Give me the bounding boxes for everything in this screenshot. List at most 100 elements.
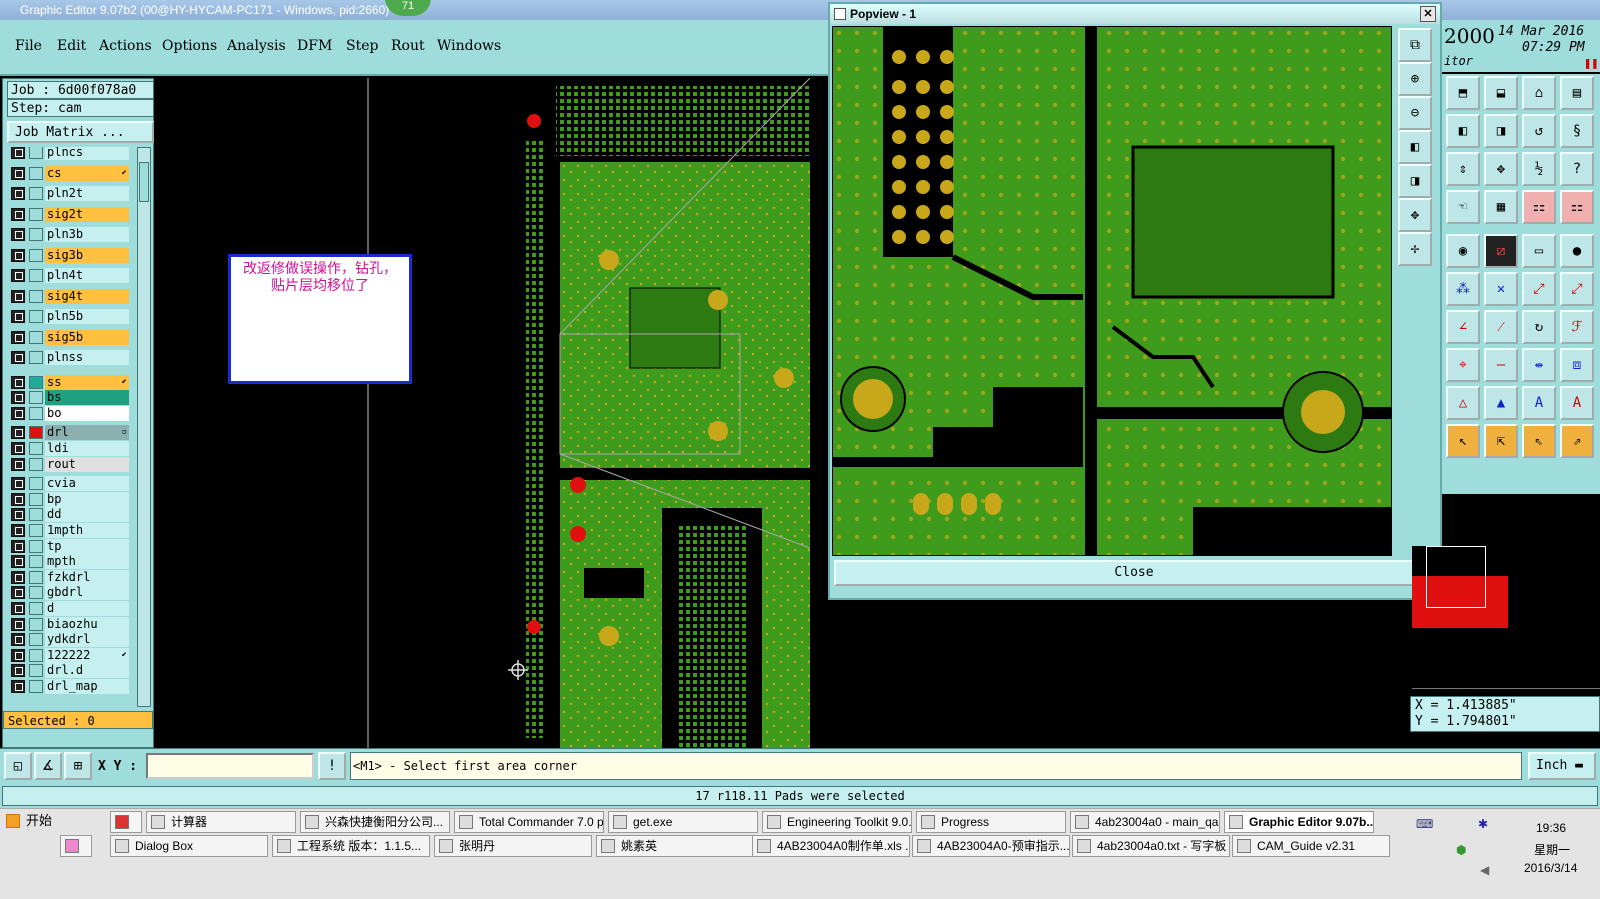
layer-row-ldi[interactable]: ldi [11, 440, 129, 456]
pause-icon[interactable]: ❚❚ [1584, 56, 1598, 70]
layer-color-swatch[interactable] [29, 310, 43, 323]
zoom-out-icon[interactable]: ⊖ [1398, 96, 1432, 130]
layer-row-plnss[interactable]: plnss [11, 350, 129, 365]
help-icon[interactable]: ? [1560, 152, 1594, 186]
layer-checkbox[interactable] [11, 147, 25, 159]
layer-checkbox[interactable] [11, 406, 25, 420]
move-left-icon[interactable]: ◧ [1446, 114, 1480, 148]
layer-color-swatch[interactable] [29, 570, 43, 584]
layer-checkbox[interactable] [11, 555, 25, 569]
connect-icon[interactable]: ⁂ [1446, 272, 1480, 306]
hand-icon[interactable]: ☜ [1446, 190, 1480, 224]
layer-color-swatch[interactable] [29, 441, 43, 455]
quicklaunch-apple-icon[interactable] [110, 811, 142, 833]
layer-checkbox[interactable] [11, 492, 25, 506]
task-progress[interactable]: Progress [916, 811, 1066, 833]
layer-color-swatch[interactable] [29, 617, 43, 631]
pin-icon[interactable]: ⌖ [1446, 348, 1480, 382]
layer-checkbox[interactable] [11, 166, 25, 180]
fit-vertical-icon[interactable]: ⇕ [1446, 152, 1480, 186]
pointer-icon[interactable]: ↖ [1446, 424, 1480, 458]
cross-icon[interactable]: ✕ [1484, 272, 1518, 306]
text-style-icon[interactable]: ℱ [1560, 310, 1594, 344]
minus-line-icon[interactable]: — [1484, 348, 1518, 382]
layer-checkbox[interactable] [11, 248, 25, 262]
measure-icon[interactable]: ◉ [1446, 234, 1480, 268]
layer-scrollbar[interactable] [137, 147, 151, 707]
angle-tool-icon[interactable]: ∡ [34, 752, 62, 780]
line-dot-icon[interactable]: ⤢ [1522, 272, 1556, 306]
letter-a-2-icon[interactable]: A [1560, 386, 1594, 420]
layer-row-pln5b[interactable]: pln5b [11, 309, 129, 324]
net-icon[interactable]: ⚏ [1522, 190, 1556, 224]
layer-checkbox[interactable] [11, 351, 25, 364]
layer-row-pln3b[interactable]: pln3b [11, 227, 129, 242]
diagonal-icon[interactable]: ⁄ [1484, 310, 1518, 344]
layer-color-swatch[interactable] [29, 477, 43, 491]
layer-color-swatch[interactable] [29, 601, 43, 615]
layer-row-pln4t[interactable]: pln4t [11, 268, 129, 283]
snap-tool-icon[interactable]: ◱ [4, 752, 32, 780]
layer-color-swatch[interactable] [29, 555, 43, 569]
popview-zoom-view[interactable] [832, 26, 1392, 556]
scale-one-two-icon[interactable]: ½ [1522, 152, 1556, 186]
layer-checkbox[interactable] [11, 289, 25, 303]
layer-color-swatch[interactable] [29, 289, 43, 303]
overview-viewport[interactable] [1426, 546, 1486, 608]
task-pre-review[interactable]: 4AB23004A0-预审指示... [912, 835, 1070, 857]
pan-right-icon[interactable]: ◨ [1398, 164, 1432, 198]
pointer-move-icon[interactable]: ⇗ [1560, 424, 1594, 458]
menu-dfm[interactable]: DFM [297, 38, 332, 54]
rotate-icon[interactable]: ↻ [1522, 310, 1556, 344]
slash-icon[interactable]: ⧄ [1484, 234, 1518, 268]
pointer-select-icon[interactable]: ⇖ [1522, 424, 1556, 458]
layer-checkbox[interactable] [11, 441, 25, 455]
menu-options[interactable]: Options [162, 38, 217, 54]
menu-file[interactable]: File [15, 38, 42, 54]
layer-row-ydkdrl[interactable]: ydkdrl [11, 632, 129, 648]
layout-icon[interactable]: ▤ [1560, 76, 1594, 110]
layer-checkbox[interactable] [11, 228, 25, 241]
save-step-icon[interactable]: ⬓ [1484, 76, 1518, 110]
layer-color-swatch[interactable] [29, 426, 43, 440]
layer-color-swatch[interactable] [29, 664, 43, 678]
layer-row-rout[interactable]: rout [11, 456, 129, 472]
layer-checkbox[interactable] [11, 207, 25, 221]
layer-checkbox[interactable] [11, 664, 25, 678]
layer-row-tp[interactable]: tp [11, 538, 129, 554]
dimension-icon[interactable]: ⇹ [1522, 348, 1556, 382]
layer-checkbox[interactable] [11, 570, 25, 584]
layer-color-swatch[interactable] [29, 508, 43, 522]
layer-row-drl[interactable]: drl ▫ [11, 425, 129, 441]
layer-checkbox[interactable] [11, 269, 25, 282]
fit-all-icon[interactable]: ✥ [1484, 152, 1518, 186]
layer-checkbox[interactable] [11, 375, 25, 389]
task-main-qa[interactable]: 4ab23004a0 - main_qa [1070, 811, 1220, 833]
layer-color-swatch[interactable] [29, 391, 43, 405]
layer-row-drl-map[interactable]: drl_map [11, 678, 129, 694]
menu-step[interactable]: Step [346, 38, 378, 54]
layer-checkbox[interactable] [11, 679, 25, 693]
pointer-box-icon[interactable]: ⇱ [1484, 424, 1518, 458]
layer-row-ss[interactable]: ss ⬋ [11, 374, 129, 390]
letter-a-icon[interactable]: A [1522, 386, 1556, 420]
move-right-icon[interactable]: ◨ [1484, 114, 1518, 148]
layer-row-bs[interactable]: bs [11, 390, 129, 406]
layer-checkbox[interactable] [11, 391, 25, 405]
group-icon[interactable]: ⧈ [1560, 348, 1594, 382]
task-engineering-toolkit[interactable]: Engineering Toolkit 9.0... [762, 811, 912, 833]
layer-row-sig3b[interactable]: sig3b [11, 247, 129, 263]
menu-analysis[interactable]: Analysis [227, 38, 286, 54]
menu-windows[interactable]: Windows [437, 38, 501, 54]
task-xls[interactable]: 4AB23004A0制作单.xls ... [752, 835, 910, 857]
start-button[interactable]: 开始 [2, 811, 100, 833]
layer-color-swatch[interactable] [29, 492, 43, 506]
task-total-commander[interactable]: Total Commander 7.0 p... [454, 811, 604, 833]
home-icon[interactable]: ⌂ [1522, 76, 1556, 110]
bluetooth-icon[interactable]: ✱ [1478, 817, 1488, 831]
layer-checkbox[interactable] [11, 617, 25, 631]
layer-checkbox[interactable] [11, 539, 25, 553]
layer-color-swatch[interactable] [29, 586, 43, 600]
ruler-icon[interactable]: ▭ [1522, 234, 1556, 268]
layer-row-sig5b[interactable]: sig5b [11, 329, 129, 345]
